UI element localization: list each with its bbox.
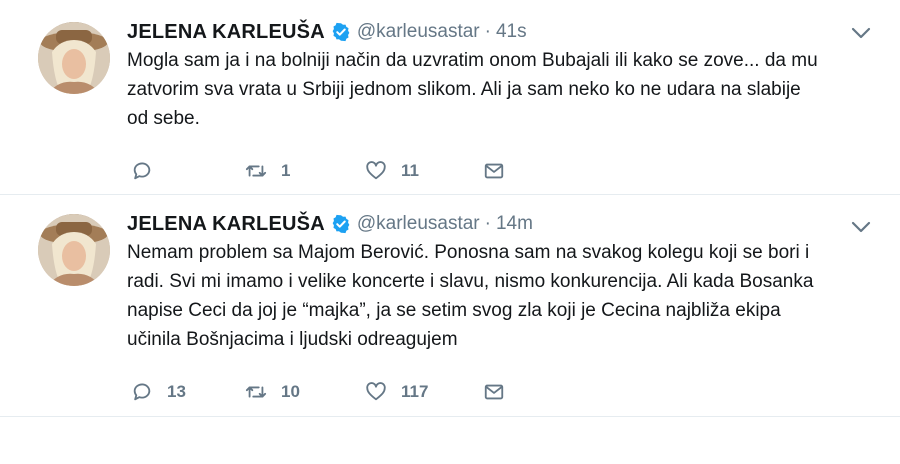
reply-icon <box>131 160 153 182</box>
direct-message-button[interactable] <box>483 377 505 407</box>
verified-badge-icon <box>331 214 351 234</box>
tweet[interactable]: JELENA KARLEUŠA @karleusastar · 41s Mogl… <box>0 0 900 194</box>
retweet-button[interactable]: 10 <box>245 377 300 407</box>
meta-separator: · <box>484 213 491 234</box>
like-count: 11 <box>401 161 419 180</box>
like-button[interactable]: 117 <box>365 377 428 407</box>
tweet-text-line: radi. Svi mi imamo i velike koncerte i s… <box>127 271 814 292</box>
avatar[interactable] <box>38 22 110 94</box>
tweet-text-line: napise Ceci da joj je “majka”, ja se set… <box>127 300 781 321</box>
tweet-actions: 13 10 117 <box>127 377 547 407</box>
tweet-actions: 1 11 <box>127 156 547 186</box>
direct-message-button[interactable] <box>483 156 505 186</box>
avatar[interactable] <box>38 214 110 286</box>
heart-icon <box>365 381 387 403</box>
tweet-text-line: Mogla sam ja i na bolniji način da uzvra… <box>127 50 818 71</box>
timestamp[interactable]: 14m <box>496 213 533 235</box>
like-count: 117 <box>401 382 429 401</box>
retweet-count: 1 <box>281 161 291 180</box>
chevron-down-icon[interactable] <box>850 26 872 40</box>
reply-button[interactable] <box>131 156 167 186</box>
tweet-text-line: Nemam problem sa Majom Berović. Ponosna … <box>127 242 810 263</box>
author-handle[interactable]: @karleusastar <box>357 21 480 43</box>
tweet-feed: JELENA KARLEUŠA @karleusastar · 41s Mogl… <box>0 0 900 464</box>
like-button[interactable]: 11 <box>365 156 419 186</box>
envelope-icon <box>483 160 505 182</box>
retweet-icon <box>245 381 267 403</box>
tweet-text-line: od sebe. <box>127 108 200 129</box>
reply-button[interactable]: 13 <box>131 377 186 407</box>
meta-separator: · <box>484 21 491 42</box>
author-handle[interactable]: @karleusastar <box>357 213 480 235</box>
author-name[interactable]: JELENA KARLEUŠA <box>127 21 325 44</box>
reply-icon <box>131 381 153 403</box>
tweet-header: JELENA KARLEUŠA @karleusastar · 14m <box>127 212 533 236</box>
retweet-icon <box>245 160 267 182</box>
verified-badge-icon <box>331 22 351 42</box>
avatar-photo <box>38 214 110 286</box>
envelope-icon <box>483 381 505 403</box>
tweet-text: Mogla sam ja i na bolniji način da uzvra… <box>127 46 867 133</box>
tweet-header: JELENA KARLEUŠA @karleusastar · 41s <box>127 20 527 44</box>
timestamp[interactable]: 41s <box>496 21 527 43</box>
tweet-text-line: zatvorim sva vrata u Srbiji jednom sliko… <box>127 79 801 100</box>
tweet-divider <box>0 416 900 417</box>
retweet-count: 10 <box>281 382 300 401</box>
chevron-down-icon[interactable] <box>850 220 872 234</box>
tweet-text: Nemam problem sa Majom Berović. Ponosna … <box>127 238 867 354</box>
author-name[interactable]: JELENA KARLEUŠA <box>127 213 325 236</box>
tweet[interactable]: JELENA KARLEUŠA @karleusastar · 14m Nema… <box>0 194 900 416</box>
heart-icon <box>365 160 387 182</box>
tweet-text-line: učinila Bošnjacima i ljudski odreagujem <box>127 329 458 350</box>
avatar-photo <box>38 22 110 94</box>
reply-count: 13 <box>167 382 186 401</box>
retweet-button[interactable]: 1 <box>245 156 290 186</box>
